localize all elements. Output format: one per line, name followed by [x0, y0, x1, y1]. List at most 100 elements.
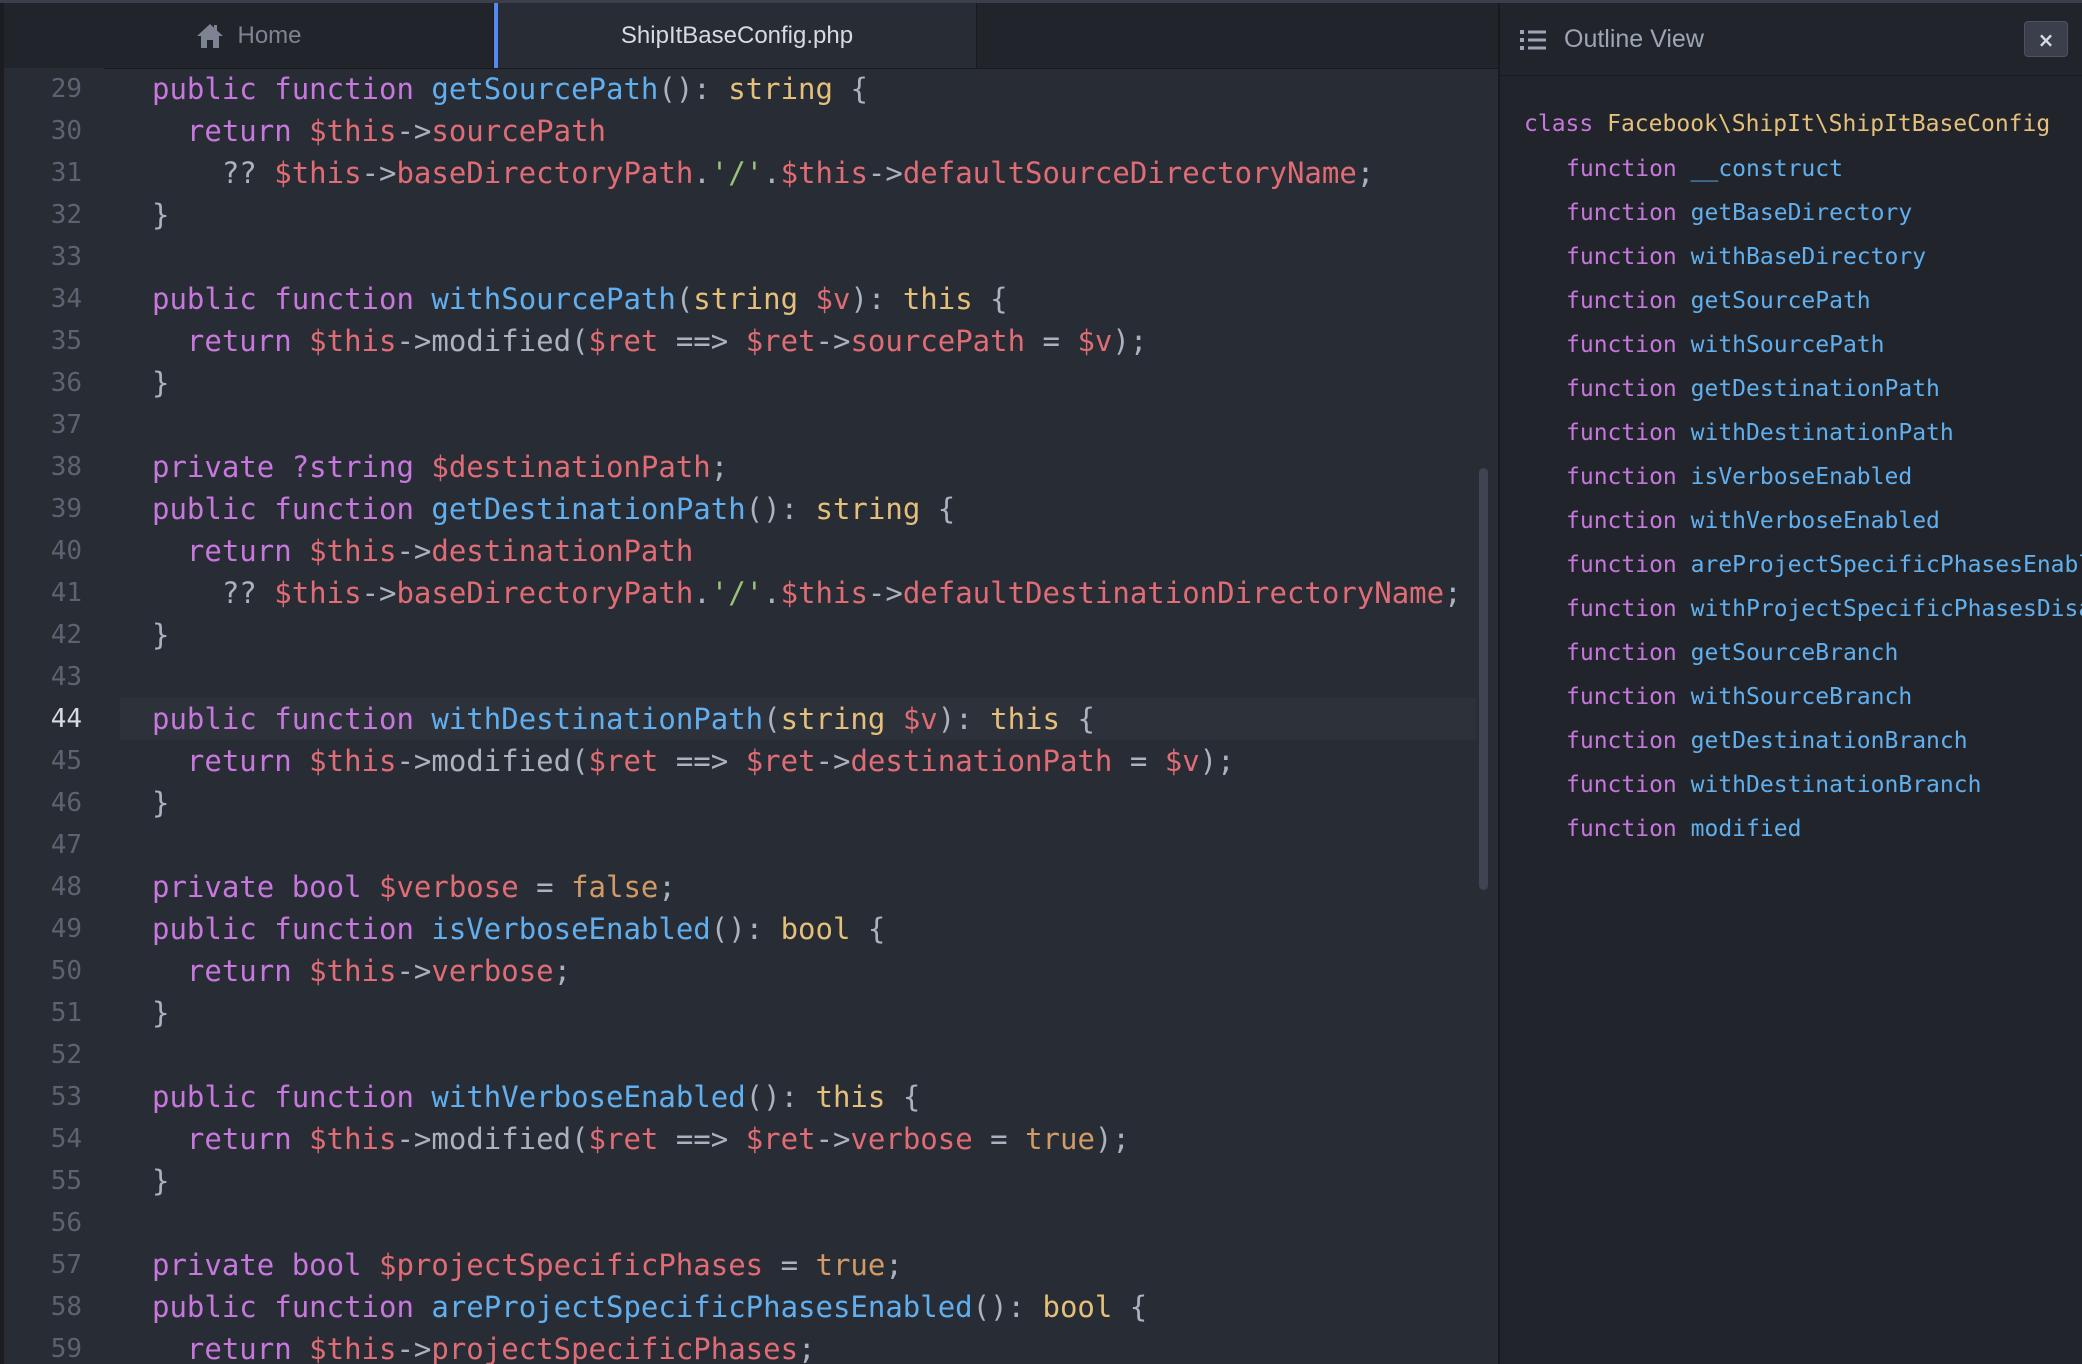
outline-function-keyword: function: [1566, 596, 1677, 622]
line-number: 47: [50, 830, 82, 860]
code-line[interactable]: public function withVerboseEnabled(): th…: [152, 1076, 920, 1118]
line-number: 46: [50, 788, 82, 818]
editor-scrollbar-thumb[interactable]: [1479, 468, 1488, 890]
outline-function-item[interactable]: function withDestinationBranch: [1566, 765, 1981, 805]
code-token: {: [850, 912, 886, 946]
code-token: ->: [396, 1332, 432, 1364]
code-line[interactable]: public function withDestinationPath(stri…: [152, 698, 1095, 740]
code-token: ??: [221, 156, 275, 190]
code-line[interactable]: }: [152, 194, 169, 236]
code-token: public: [152, 1290, 257, 1324]
line-number: 50: [50, 956, 82, 986]
code-token: ->: [396, 954, 432, 988]
outline-function-item[interactable]: function withBaseDirectory: [1566, 237, 1926, 277]
line-number: 29: [50, 74, 82, 104]
code-line[interactable]: private bool $projectSpecificPhases = tr…: [152, 1244, 903, 1286]
code-token: $this: [309, 1332, 397, 1364]
code-line[interactable]: ?? $this->baseDirectoryPath.'/'.$this->d…: [152, 572, 1462, 614]
code-token: ->: [361, 156, 397, 190]
code-token: ->modified(: [396, 1122, 589, 1156]
code-token: $this: [309, 114, 397, 148]
code-line[interactable]: public function isVerboseEnabled(): bool…: [152, 908, 885, 950]
code-token: $ret: [745, 744, 816, 778]
code-token: return: [186, 114, 292, 148]
outline-function-keyword: function: [1566, 640, 1677, 666]
outline-function-item[interactable]: function getSourcePath: [1566, 281, 1871, 321]
outline-function-item[interactable]: function isVerboseEnabled: [1566, 457, 1912, 497]
line-number: 34: [50, 284, 82, 314]
outline-function-item[interactable]: function areProjectSpecificPhasesEnabled: [1566, 545, 2082, 585]
code-token: private: [152, 1248, 275, 1282]
outline-function-keyword: function: [1566, 288, 1677, 314]
outline-function-item[interactable]: function withProjectSpecificPhasesDisabl…: [1566, 589, 2082, 629]
code-line[interactable]: return $this->verbose;: [152, 950, 571, 992]
code-token: function: [274, 1080, 414, 1114]
line-number-gutter: 29 30 31 32 33 34 35 36 37 38 39 40 41 42 43 44 45 46 47 48…: [4, 68, 104, 1364]
code-token: {: [1112, 1290, 1148, 1324]
code-line[interactable]: private bool $verbose = false;: [152, 866, 676, 908]
code-line[interactable]: return $this->destinationPath: [152, 530, 693, 572]
code-line[interactable]: public function areProjectSpecificPhases…: [152, 1286, 1147, 1328]
code-token: ?string: [291, 450, 414, 484]
outline-function-name: getBaseDirectory: [1690, 200, 1913, 226]
code-token: this: [815, 1080, 886, 1114]
code-token: function: [274, 1290, 414, 1324]
code-line[interactable]: return $this->sourcePath: [152, 110, 606, 152]
code-token: =: [763, 1248, 816, 1282]
code-token: ->: [396, 114, 432, 148]
code-token: .: [693, 156, 711, 190]
code-token: verbose: [431, 954, 554, 988]
code-token: string: [780, 702, 886, 736]
code-token: ():: [972, 1290, 1043, 1324]
code-line[interactable]: }: [152, 1160, 169, 1202]
outline-function-item[interactable]: function modified: [1566, 809, 1801, 849]
code-line[interactable]: public function withSourcePath(string $v…: [152, 278, 1008, 320]
code-line[interactable]: }: [152, 782, 169, 824]
outline-function-item[interactable]: function getSourceBranch: [1566, 633, 1898, 673]
code-line[interactable]: ?? $this->baseDirectoryPath.'/'.$this->d…: [152, 152, 1374, 194]
outline-function-item[interactable]: function withSourceBranch: [1566, 677, 1912, 717]
outline-function-name: withProjectSpecificPhasesDisabled: [1690, 596, 2082, 622]
outline-function-item[interactable]: function withDestinationPath: [1566, 413, 1954, 453]
code-token: ():: [745, 492, 816, 526]
code-line[interactable]: return $this->modified($ret ==> $ret->so…: [152, 320, 1147, 362]
code-token: withSourcePath: [431, 282, 676, 316]
outline-class-entry[interactable]: class Facebook\ShipIt\ShipItBaseConfig: [1524, 104, 2050, 144]
code-token: ;: [1356, 156, 1375, 190]
line-number: 37: [50, 410, 82, 440]
outline-function-item[interactable]: function withSourcePath: [1566, 325, 1885, 365]
code-area[interactable]: public function getSourcePath(): string …: [104, 68, 1484, 1364]
outline-function-name: withDestinationPath: [1690, 420, 1954, 446]
code-line[interactable]: public function getSourcePath(): string …: [152, 68, 868, 110]
code-token: {: [920, 492, 956, 526]
code-token: $v: [815, 282, 851, 316]
code-token: sourcePath: [850, 324, 1026, 358]
code-line[interactable]: }: [152, 992, 169, 1034]
outline-function-item[interactable]: function getDestinationBranch: [1566, 721, 1968, 761]
close-icon[interactable]: ×: [2024, 21, 2068, 57]
outline-function-item[interactable]: function getBaseDirectory: [1566, 193, 1912, 233]
outline-function-item[interactable]: function getDestinationPath: [1566, 369, 1940, 409]
code-line[interactable]: return $this->modified($ret ==> $ret->de…: [152, 740, 1235, 782]
code-token: ->: [815, 324, 851, 358]
outline-function-item[interactable]: function withVerboseEnabled: [1566, 501, 1940, 541]
code-line[interactable]: }: [152, 614, 169, 656]
line-number: 39: [50, 494, 82, 524]
code-line[interactable]: return $this->modified($ret ==> $ret->ve…: [152, 1118, 1130, 1160]
code-token: getSourcePath: [431, 72, 659, 106]
outline-function-item[interactable]: function __construct: [1566, 149, 1843, 189]
code-line[interactable]: return $this->projectSpecificPhases;: [152, 1328, 816, 1364]
code-line[interactable]: private ?string $destinationPath;: [152, 446, 728, 488]
tab-shipitbaseconfig[interactable]: ShipItBaseConfig.php: [494, 3, 977, 68]
code-line[interactable]: public function getDestinationPath(): st…: [152, 488, 955, 530]
tab-home[interactable]: Home: [4, 3, 494, 68]
code-line[interactable]: }: [152, 362, 169, 404]
outline-function-keyword: function: [1566, 200, 1677, 226]
